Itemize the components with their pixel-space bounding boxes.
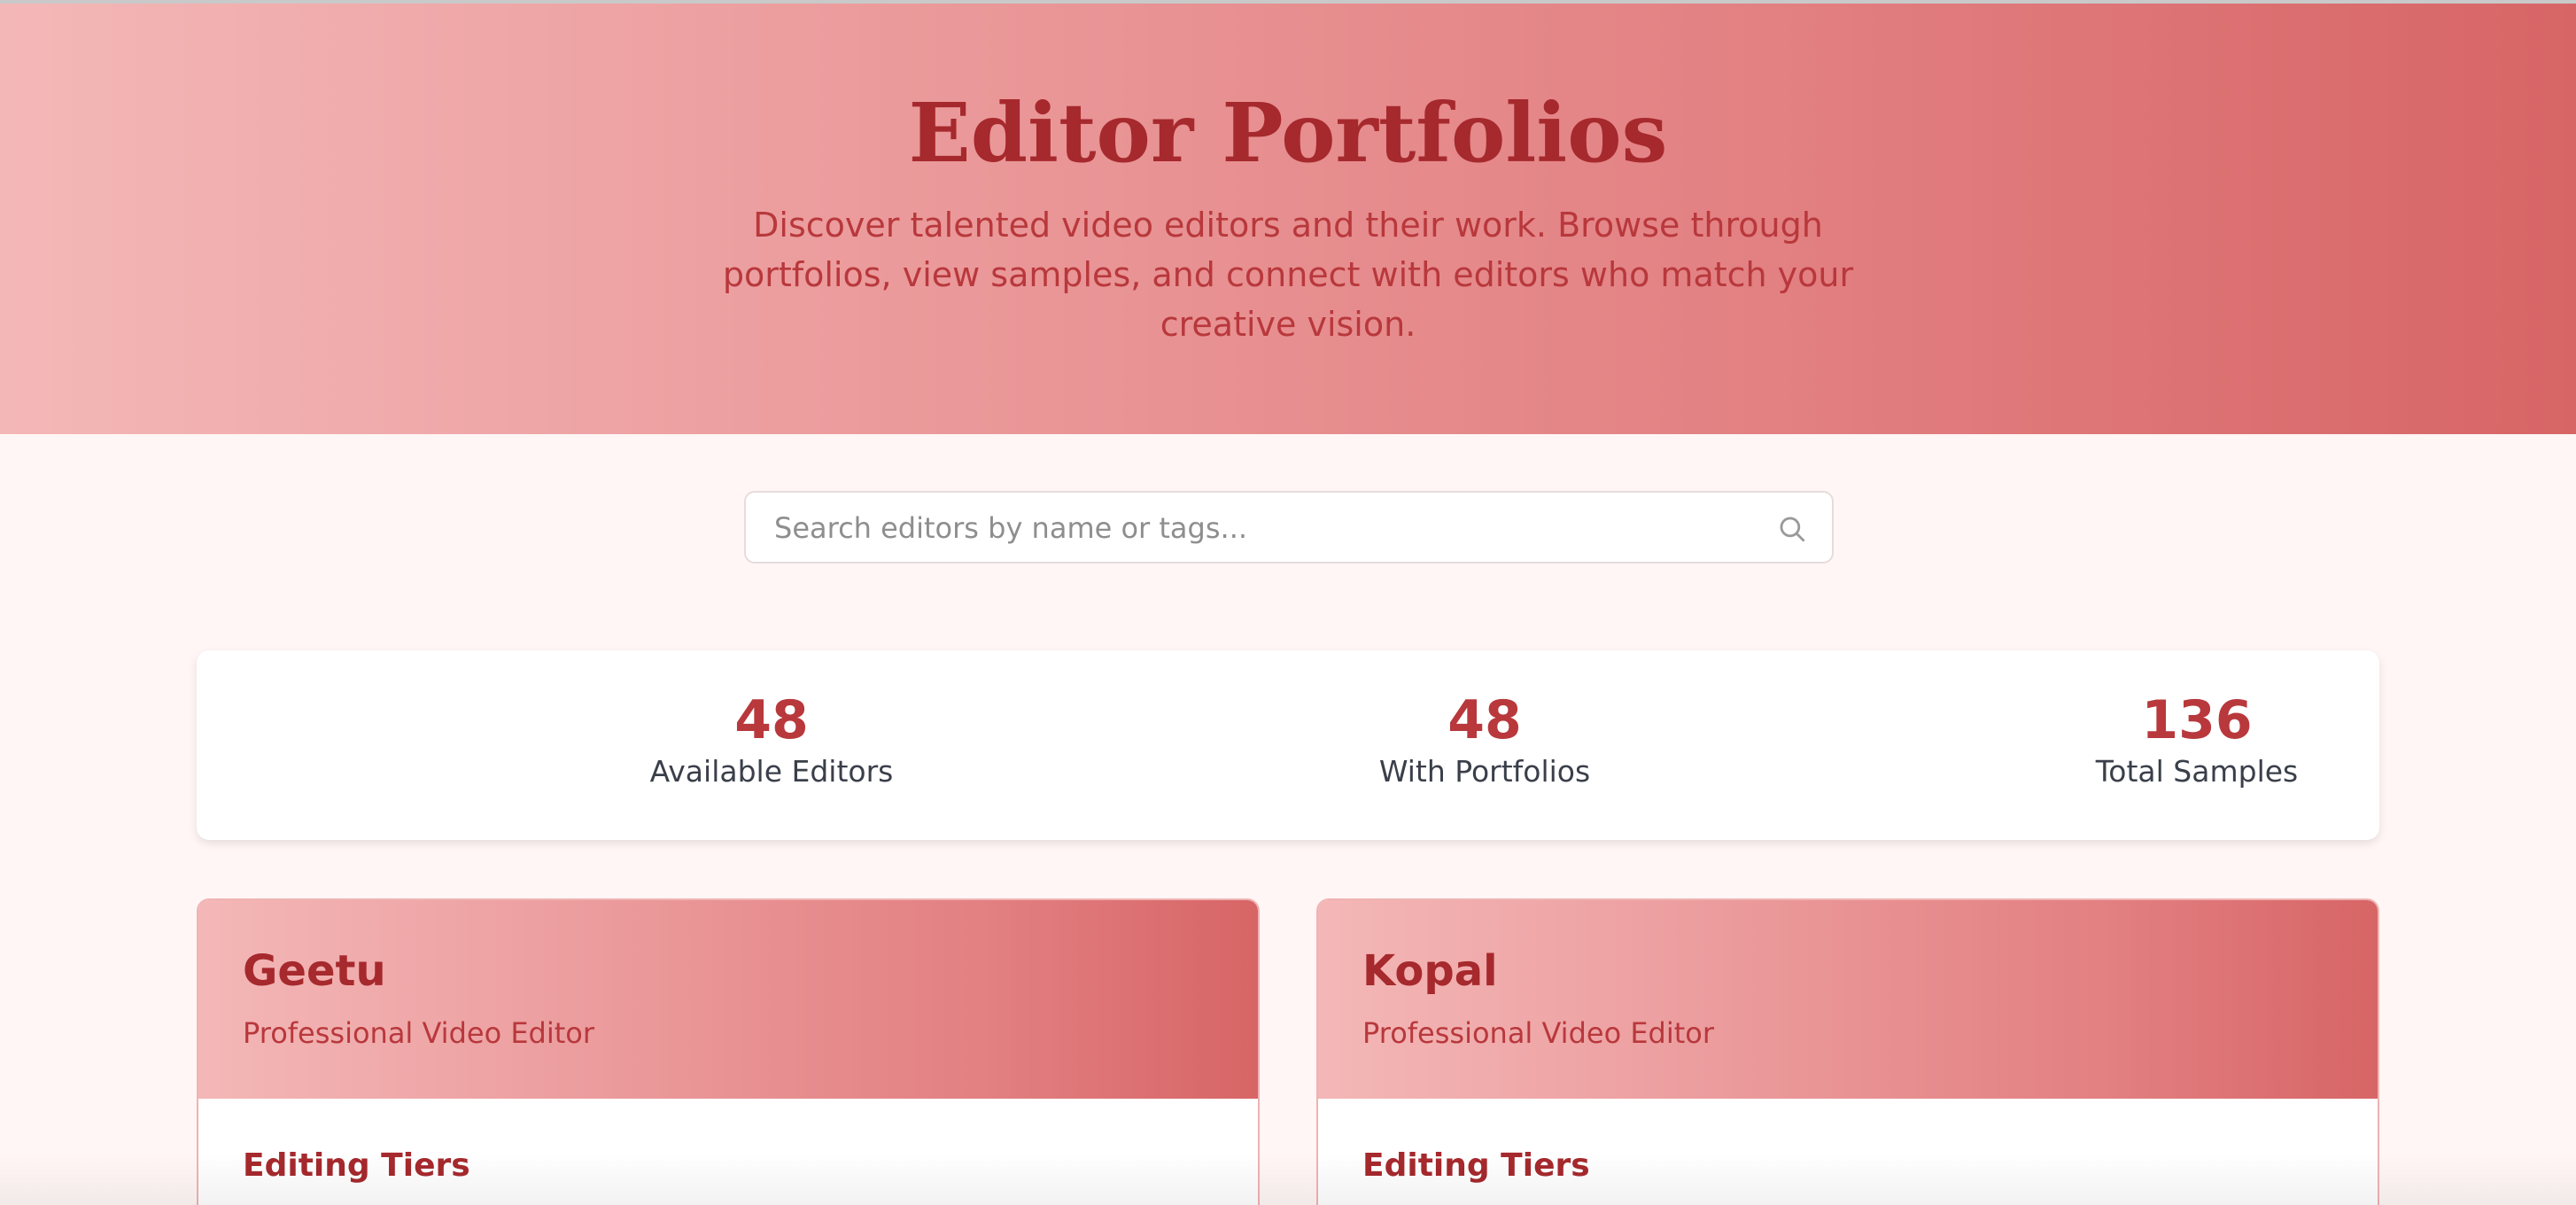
page-subtitle: Discover talented video editors and thei…	[722, 206, 1854, 344]
editor-name[interactable]: Kopal	[1362, 945, 1498, 998]
search-input[interactable]	[772, 493, 1750, 564]
search-bar	[744, 491, 1834, 564]
stat-value: 136	[2141, 689, 2253, 751]
editor-name[interactable]: Geetu	[243, 945, 386, 998]
editor-card-kopal[interactable]: Kopal Professional Video Editor Editing …	[1316, 898, 2379, 1205]
editing-tiers-heading: Editing Tiers	[1362, 1147, 1590, 1184]
stat-with-portfolios: 48 With Portfolios	[1219, 689, 1750, 792]
stat-total-samples: 136 Total Samples	[1931, 689, 2463, 792]
editor-role: Professional Video Editor	[243, 1016, 595, 1050]
stats-summary: 48 Available Editors 48 With Portfolios …	[197, 650, 2379, 840]
editor-role: Professional Video Editor	[1362, 1016, 1715, 1050]
editor-portfolios-page: Editor Portfolios Discover talented vide…	[0, 0, 2576, 1205]
stat-available-editors: 48 Available Editors	[506, 689, 1037, 792]
stat-label: Available Editors	[649, 754, 894, 789]
editor-card-header: Geetu Professional Video Editor	[198, 900, 1258, 1099]
hero-banner: Editor Portfolios Discover talented vide…	[0, 0, 2576, 434]
editor-card-header: Kopal Professional Video Editor	[1318, 900, 2378, 1099]
search-icon[interactable]	[1777, 514, 1807, 544]
stat-label: Total Samples	[2095, 754, 2299, 789]
page-title: Editor Portfolios	[908, 85, 1668, 181]
stat-label: With Portfolios	[1378, 754, 1591, 789]
stat-value: 48	[734, 689, 809, 751]
editor-card-geetu[interactable]: Geetu Professional Video Editor Editing …	[197, 898, 1260, 1205]
editing-tiers-heading: Editing Tiers	[243, 1147, 470, 1184]
stat-value: 48	[1447, 689, 1522, 751]
